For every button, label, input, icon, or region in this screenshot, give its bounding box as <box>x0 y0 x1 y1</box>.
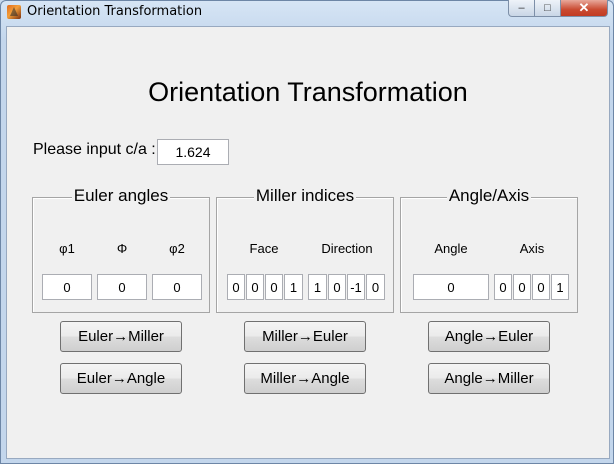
miller-indices-title: Miller indices <box>253 186 357 205</box>
page-title: Orientation Transformation <box>148 77 468 107</box>
miller-indices-panel: Miller indices Face Direction <box>216 186 394 313</box>
euler-angles-panel: Euler angles φ1 Φ φ2 <box>32 186 210 313</box>
maximize-icon: □ <box>544 2 551 14</box>
direction-v-input[interactable] <box>328 274 346 300</box>
face-h-input[interactable] <box>227 274 245 300</box>
axis-label: Axis <box>519 241 545 256</box>
face-l-input[interactable] <box>284 274 303 300</box>
face-i-input[interactable] <box>265 274 283 300</box>
phi2-label: φ2 <box>169 241 185 256</box>
figure-panel: Orientation Transformation Please input … <box>6 26 610 459</box>
title-bar[interactable]: Orientation Transformation – □ ✕ <box>0 0 614 24</box>
phi1-input[interactable] <box>42 274 92 300</box>
angle-to-miller-button[interactable]: Angle→Miller <box>428 363 550 394</box>
direction-u-input[interactable] <box>308 274 327 300</box>
angle-axis-title: Angle/Axis <box>446 186 532 205</box>
close-button[interactable]: ✕ <box>561 0 608 17</box>
direction-t-input[interactable] <box>347 274 365 300</box>
phi-input[interactable] <box>97 274 147 300</box>
miller-to-angle-button[interactable]: Miller→Angle <box>244 363 366 394</box>
window-controls: – □ ✕ <box>508 0 608 18</box>
minimize-button[interactable]: – <box>508 0 535 17</box>
axis-x-input[interactable] <box>494 274 512 300</box>
face-label: Face <box>249 241 279 256</box>
direction-label: Direction <box>321 241 373 256</box>
matlab-icon <box>7 5 21 19</box>
euler-to-miller-button[interactable]: Euler→Miller <box>60 321 182 352</box>
axis-y-input[interactable] <box>513 274 531 300</box>
direction-w-input[interactable] <box>366 274 385 300</box>
phi-label: Φ <box>116 241 128 256</box>
phi2-input[interactable] <box>152 274 202 300</box>
face-k-input[interactable] <box>246 274 264 300</box>
window-title: Orientation Transformation <box>27 4 203 19</box>
maximize-button[interactable]: □ <box>535 0 561 17</box>
angle-input[interactable] <box>413 274 489 300</box>
angle-to-euler-button[interactable]: Angle→Euler <box>428 321 550 352</box>
minimize-icon: – <box>518 2 525 14</box>
close-icon: ✕ <box>578 0 590 15</box>
phi1-label: φ1 <box>59 241 75 256</box>
axis-z-input[interactable] <box>532 274 550 300</box>
ca-input[interactable] <box>157 139 229 165</box>
angle-axis-panel: Angle/Axis Angle Axis <box>400 186 578 313</box>
euler-to-angle-button[interactable]: Euler→Angle <box>60 363 182 394</box>
ca-label: Please input c/a : <box>33 141 156 158</box>
angle-label: Angle <box>434 241 468 256</box>
axis-w-input[interactable] <box>551 274 569 300</box>
miller-to-euler-button[interactable]: Miller→Euler <box>244 321 366 352</box>
euler-angles-title: Euler angles <box>71 186 171 205</box>
